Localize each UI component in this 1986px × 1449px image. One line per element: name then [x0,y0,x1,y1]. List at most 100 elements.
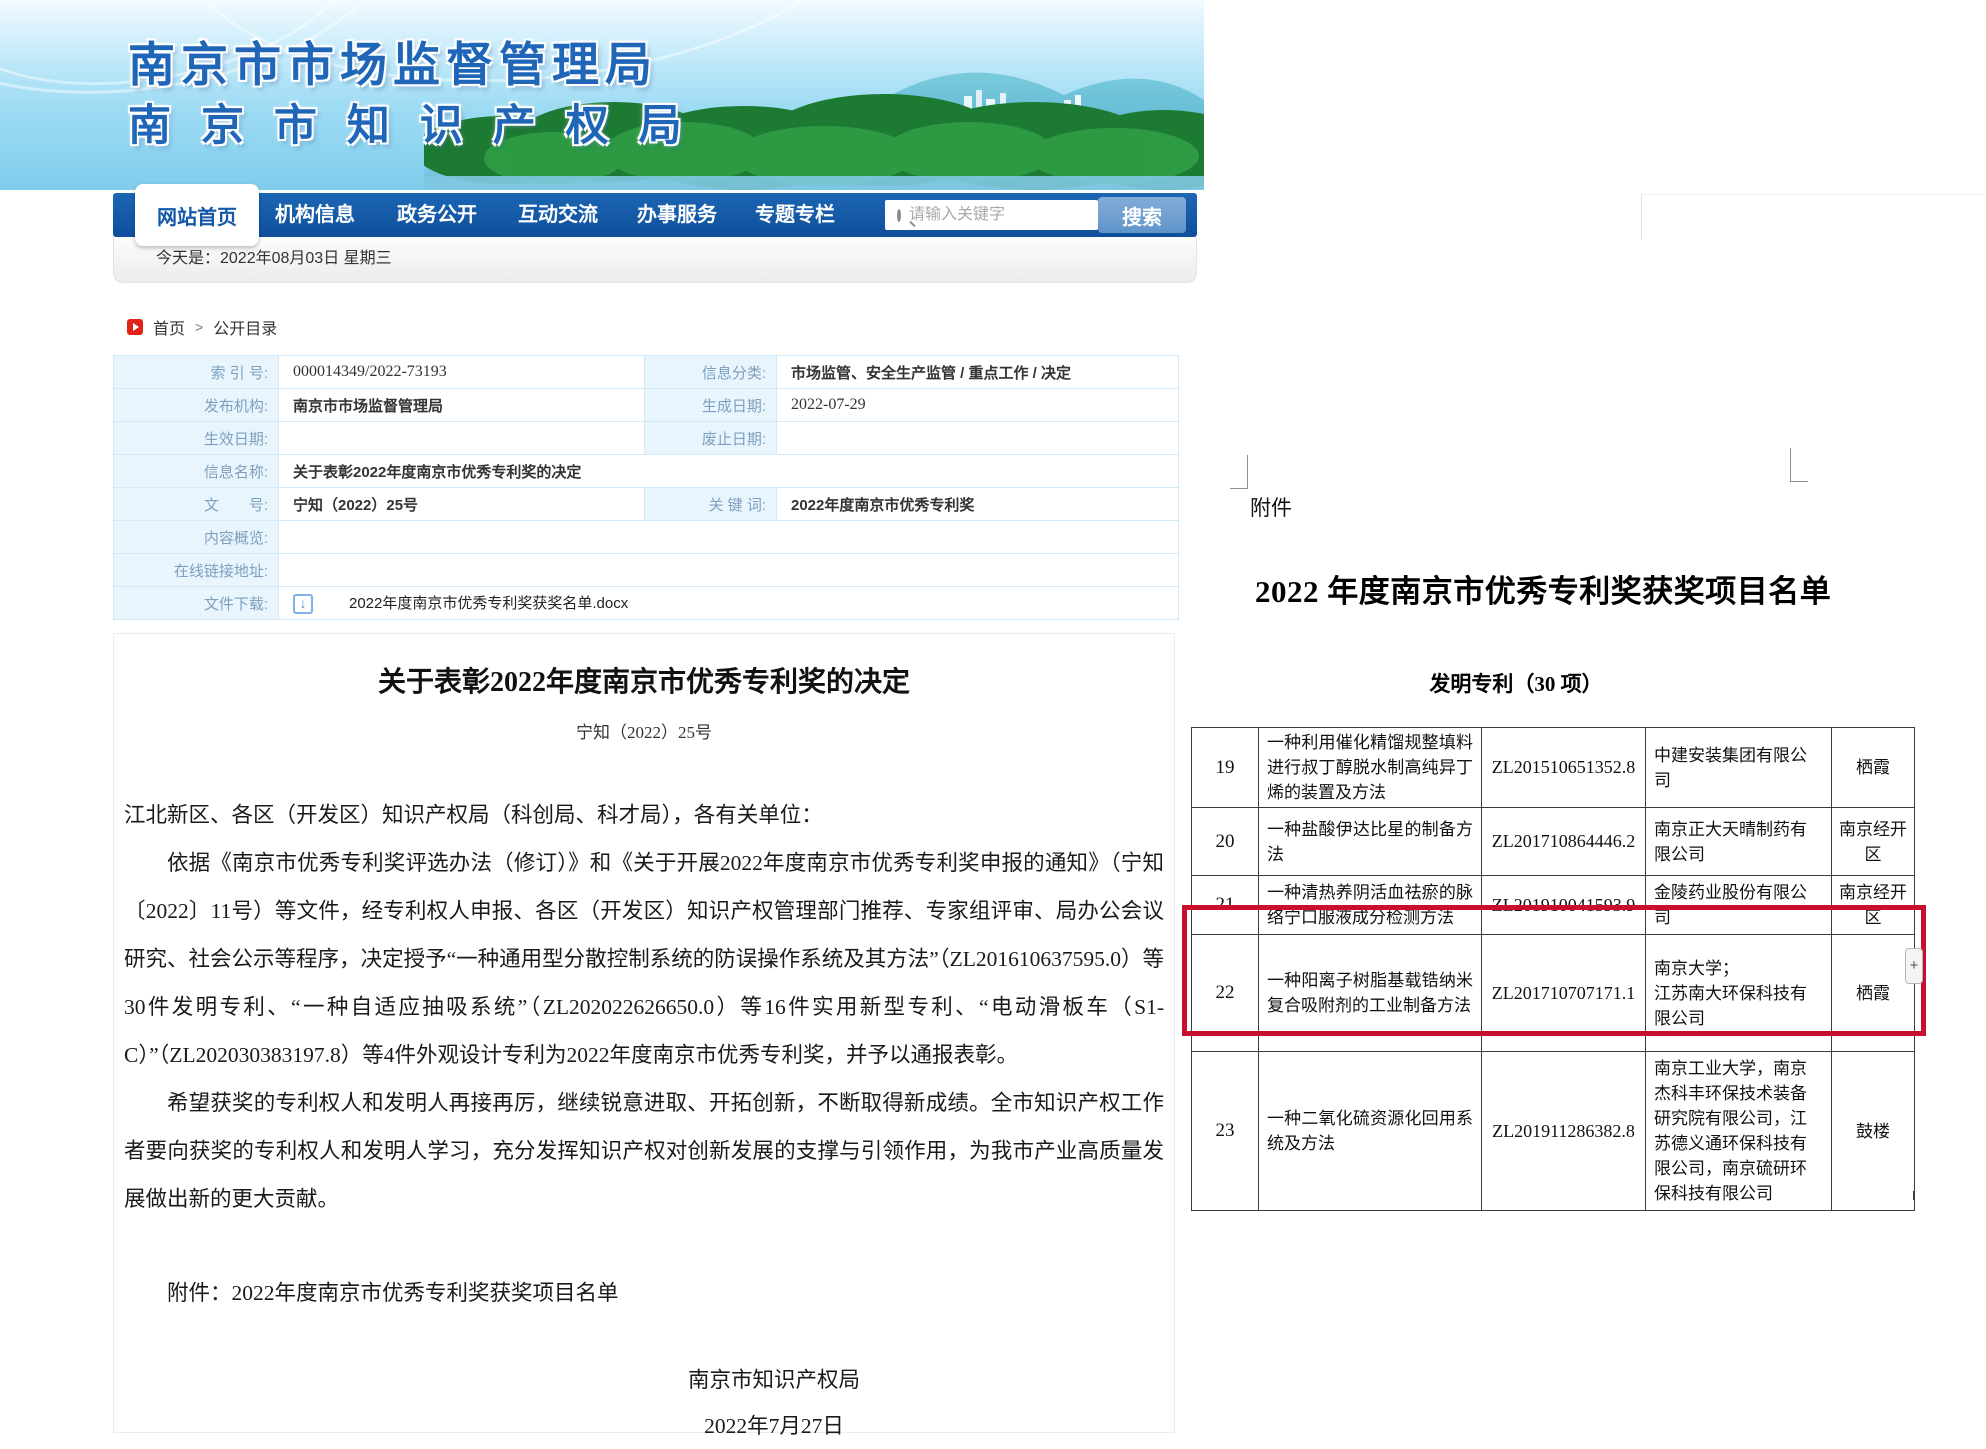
page-margin-mark-right [1790,448,1808,482]
date-bar: 今天是：2022年08月03日 星期三 [113,237,1197,283]
org-name-line1: 南京市市场监督管理局 [128,34,691,95]
document-number: 宁知（2022）25号 [114,718,1174,743]
patent-name: 一种盐酸伊达比星的制备方法 [1259,808,1482,876]
breadcrumb-separator: > [195,319,203,335]
meta-value [279,521,1179,554]
page: { "banner": { "org_line1": "南京市市场监督管理局",… [0,0,1986,1414]
meta-value: 关于表彰2022年度南京市优秀专利奖的决定 [279,455,1179,488]
highlight-annotation-box [1182,905,1926,1036]
paragraph-hope: 希望获奖的专利权人和发明人再接再厉，继续锐意进取、开拓创新，不断取得新成绩。全市… [124,1079,1164,1223]
table-row: 索 引 号: 000014349/2022-73193 信息分类: 市场监管、安… [114,356,1179,389]
meta-label: 废止日期: [645,422,777,455]
breadcrumb: 首页 > 公开目录 [127,315,277,339]
meta-label: 生效日期: [114,422,279,455]
search-box [885,200,1098,230]
table-row: 文件下载: 2022年度南京市优秀专利奖获奖名单.docx [114,587,1179,620]
breadcrumb-marker-icon [127,319,143,335]
search-icon [897,209,901,222]
breadcrumb-current: 公开目录 [213,315,277,339]
patent-district: 南京经开区 [1832,808,1915,876]
meta-value [279,422,645,455]
patent-index: 20 [1192,808,1259,876]
paragraph-salutation: 江北新区、各区（开发区）知识产权局（科创局、科才局），各有关单位： [124,791,1164,839]
table-row: 生效日期: 废止日期: [114,422,1179,455]
download-file-link[interactable]: 2022年度南京市优秀专利奖获奖名单.docx [349,595,628,612]
search-input[interactable] [901,206,1124,224]
paragraph-decision: 依据《南京市优秀专利奖评选办法（修订）》和《关于开展2022年度南京市优秀专利奖… [124,839,1164,1079]
download-icon[interactable] [293,594,313,614]
table-row: 在线链接地址: [114,554,1179,587]
patent-number: ZL201911286382.8 [1482,1052,1646,1211]
nav-item-interaction[interactable]: 互动交流 [518,193,598,237]
main-nav: 网站首页 机构信息 政务公开 互动交流 办事服务 专题专栏 搜索 [113,193,1197,237]
patent-name: 一种二氧化硫资源化回用系统及方法 [1259,1052,1482,1211]
attachment-label: 附件 [1250,492,1292,522]
meta-label: 发布机构: [114,389,279,422]
overlay-edge-artifact [1641,194,1985,195]
meta-value: 000014349/2022-73193 [279,356,645,389]
table-cutoff-border [1645,1191,1646,1200]
patent-district: 鼓楼 [1832,1052,1915,1211]
document-body: 江北新区、各区（开发区）知识产权局（科创局、科才局），各有关单位： 依据《南京市… [114,791,1174,1449]
meta-label: 信息名称: [114,455,279,488]
page-title: 关于表彰2022年度南京市优秀专利奖的决定 [114,660,1174,700]
breadcrumb-home[interactable]: 首页 [153,315,185,339]
patent-number: ZL201710864446.2 [1482,808,1646,876]
meta-label: 关 键 词: [645,488,777,521]
page-margin-mark-left [1230,455,1248,489]
patent-row-23: 23 一种二氧化硫资源化回用系统及方法 ZL201911286382.8 南京工… [1192,1052,1915,1211]
patent-owner: 南京正大天晴制药有限公司 [1646,808,1832,876]
patent-index: 19 [1192,728,1259,808]
patent-index: 23 [1192,1052,1259,1211]
meta-label: 信息分类: [645,356,777,389]
nav-item-gov-affairs[interactable]: 政务公开 [397,193,477,237]
document-article: 关于表彰2022年度南京市优秀专利奖的决定 宁知（2022）25号 江北新区、各… [113,633,1175,1433]
table-cutoff-border [1481,1191,1482,1200]
meta-value: 2022年度南京市优秀专利奖 [777,488,1179,521]
table-cutoff-border [1913,1191,1914,1200]
meta-value: 市场监管、安全生产监管 / 重点工作 / 决定 [777,356,1179,389]
meta-label: 生成日期: [645,389,777,422]
signature-block: 南京市知识产权局 2022年7月27日 [124,1357,1164,1449]
meta-label: 在线链接地址: [114,554,279,587]
patent-row-19: 19 一种利用催化精馏规整填料进行叔丁醇脱水制高纯异丁烯的装置及方法 ZL201… [1192,728,1915,808]
sign-date: 2022年7月27日 [384,1403,1164,1449]
document-meta-table: 索 引 号: 000014349/2022-73193 信息分类: 市场监管、安… [113,355,1179,620]
patent-row-20: 20 一种盐酸伊达比星的制备方法 ZL201710864446.2 南京正大天晴… [1192,808,1915,876]
patent-district: 栖霞 [1832,728,1915,808]
meta-label: 文 号: [114,488,279,521]
org-name-line2: 南 京 市 知 识 产 权 局 [128,99,691,155]
meta-value: 2022-07-29 [777,389,1179,422]
meta-value: 南京市市场监督管理局 [279,389,645,422]
patent-name: 一种利用催化精馏规整填料进行叔丁醇脱水制高纯异丁烯的装置及方法 [1259,728,1482,808]
patent-number: ZL201510651352.8 [1482,728,1646,808]
meta-label: 索 引 号: [114,356,279,389]
table-row: 文 号: 宁知（2022）25号 关 键 词: 2022年度南京市优秀专利奖 [114,488,1179,521]
meta-label: 内容概览: [114,521,279,554]
site-banner: 南京市市场监督管理局 南 京 市 知 识 产 权 局 [0,0,1204,190]
search-button[interactable]: 搜索 [1098,197,1186,233]
signer-name: 南京市知识产权局 [384,1357,1164,1403]
table-cutoff-border [1191,1191,1192,1200]
patent-owner: 南京工业大学，南京杰科丰环保技术装备研究院有限公司，江苏德义通环保科技有限公司，… [1646,1052,1832,1211]
attachment-title: 2022 年度南京市优秀专利奖获奖项目名单 [1255,566,1855,611]
meta-value [777,422,1179,455]
overlay-edge-artifact [1641,194,1642,240]
nav-item-org-info[interactable]: 机构信息 [275,193,355,237]
meta-value: 宁知（2022）25号 [279,488,645,521]
meta-label: 文件下载: [114,587,279,620]
table-cutoff-border [1831,1191,1832,1200]
table-cutoff-border [1258,1191,1259,1200]
site-logo: 南京市市场监督管理局 南 京 市 知 识 产 权 局 [128,34,691,155]
expand-plus-button[interactable]: + [1905,948,1923,984]
table-row: 发布机构: 南京市市场监督管理局 生成日期: 2022-07-29 [114,389,1179,422]
paragraph-attachment-ref: 附件：2022年度南京市优秀专利奖获奖项目名单 [124,1269,1164,1317]
meta-file-download-cell: 2022年度南京市优秀专利奖获奖名单.docx [279,587,1179,620]
nav-item-home[interactable]: 网站首页 [135,184,259,246]
patent-owner: 中建安装集团有限公司 [1646,728,1832,808]
meta-value [279,554,1179,587]
attachment-subtitle: 发明专利（30 项） [1191,668,1841,698]
nav-item-services[interactable]: 办事服务 [637,193,717,237]
table-row: 信息名称: 关于表彰2022年度南京市优秀专利奖的决定 [114,455,1179,488]
nav-item-special-columns[interactable]: 专题专栏 [755,193,835,237]
